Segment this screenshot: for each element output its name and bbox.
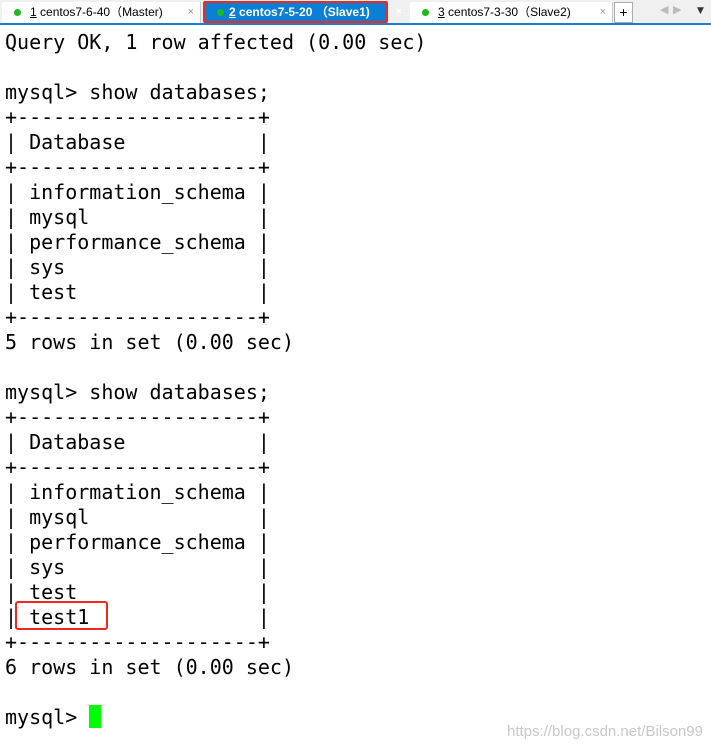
terminal-line: | mysql | [5, 205, 270, 229]
terminal-line: mysql> show databases; [5, 80, 270, 104]
terminal-line: +--------------------+ [5, 105, 270, 129]
close-icon[interactable]: × [396, 2, 402, 23]
terminal-line: +--------------------+ [5, 455, 270, 479]
terminal-line: | Database | [5, 130, 270, 154]
terminal-line: | sys | [5, 255, 270, 279]
terminal-line: | mysql | [5, 505, 270, 529]
scroll-right-icon[interactable]: ▶ [673, 3, 681, 16]
terminal-line: 5 rows in set (0.00 sec) [5, 330, 294, 354]
cursor [89, 705, 102, 728]
terminal-line: +--------------------+ [5, 405, 270, 429]
terminal-line: | Database | [5, 430, 270, 454]
terminal-line: +--------------------+ [5, 155, 270, 179]
status-dot-icon [14, 9, 21, 16]
watermark: https://blog.csdn.net/Bilson99 [507, 723, 703, 740]
tab-slave2[interactable]: 3 centos7-3-30（Slave2) × [410, 2, 613, 23]
terminal-line: +--------------------+ [5, 630, 270, 654]
status-dot-icon [422, 9, 429, 16]
tab-menu-chevron-down-icon[interactable]: ▼ [697, 6, 704, 16]
terminal-line: 6 rows in set (0.00 sec) [5, 655, 294, 679]
terminal-line: | performance_schema | [5, 230, 270, 254]
terminal-line: | test | [5, 280, 270, 304]
terminal-line: | performance_schema | [5, 530, 270, 554]
terminal-line: +--------------------+ [5, 305, 270, 329]
close-icon[interactable]: × [600, 2, 606, 23]
new-tab-button[interactable]: + [614, 2, 633, 23]
close-icon[interactable]: × [188, 2, 194, 23]
terminal-line: mysql> show databases; [5, 380, 270, 404]
terminal-line: | sys | [5, 555, 270, 579]
terminal-line: mysql> [5, 705, 426, 730]
highlight-box-tab [203, 1, 388, 23]
terminal-line: Query OK, 1 row affected (0.00 sec) [5, 30, 427, 54]
terminal-line: | information_schema | [5, 480, 270, 504]
terminal-line: | information_schema | [5, 180, 270, 204]
tab-master[interactable]: 1 centos7-6-40（Master) × [2, 2, 201, 23]
scroll-left-icon[interactable]: ◀ [660, 3, 668, 16]
highlight-box-test1 [15, 601, 108, 630]
